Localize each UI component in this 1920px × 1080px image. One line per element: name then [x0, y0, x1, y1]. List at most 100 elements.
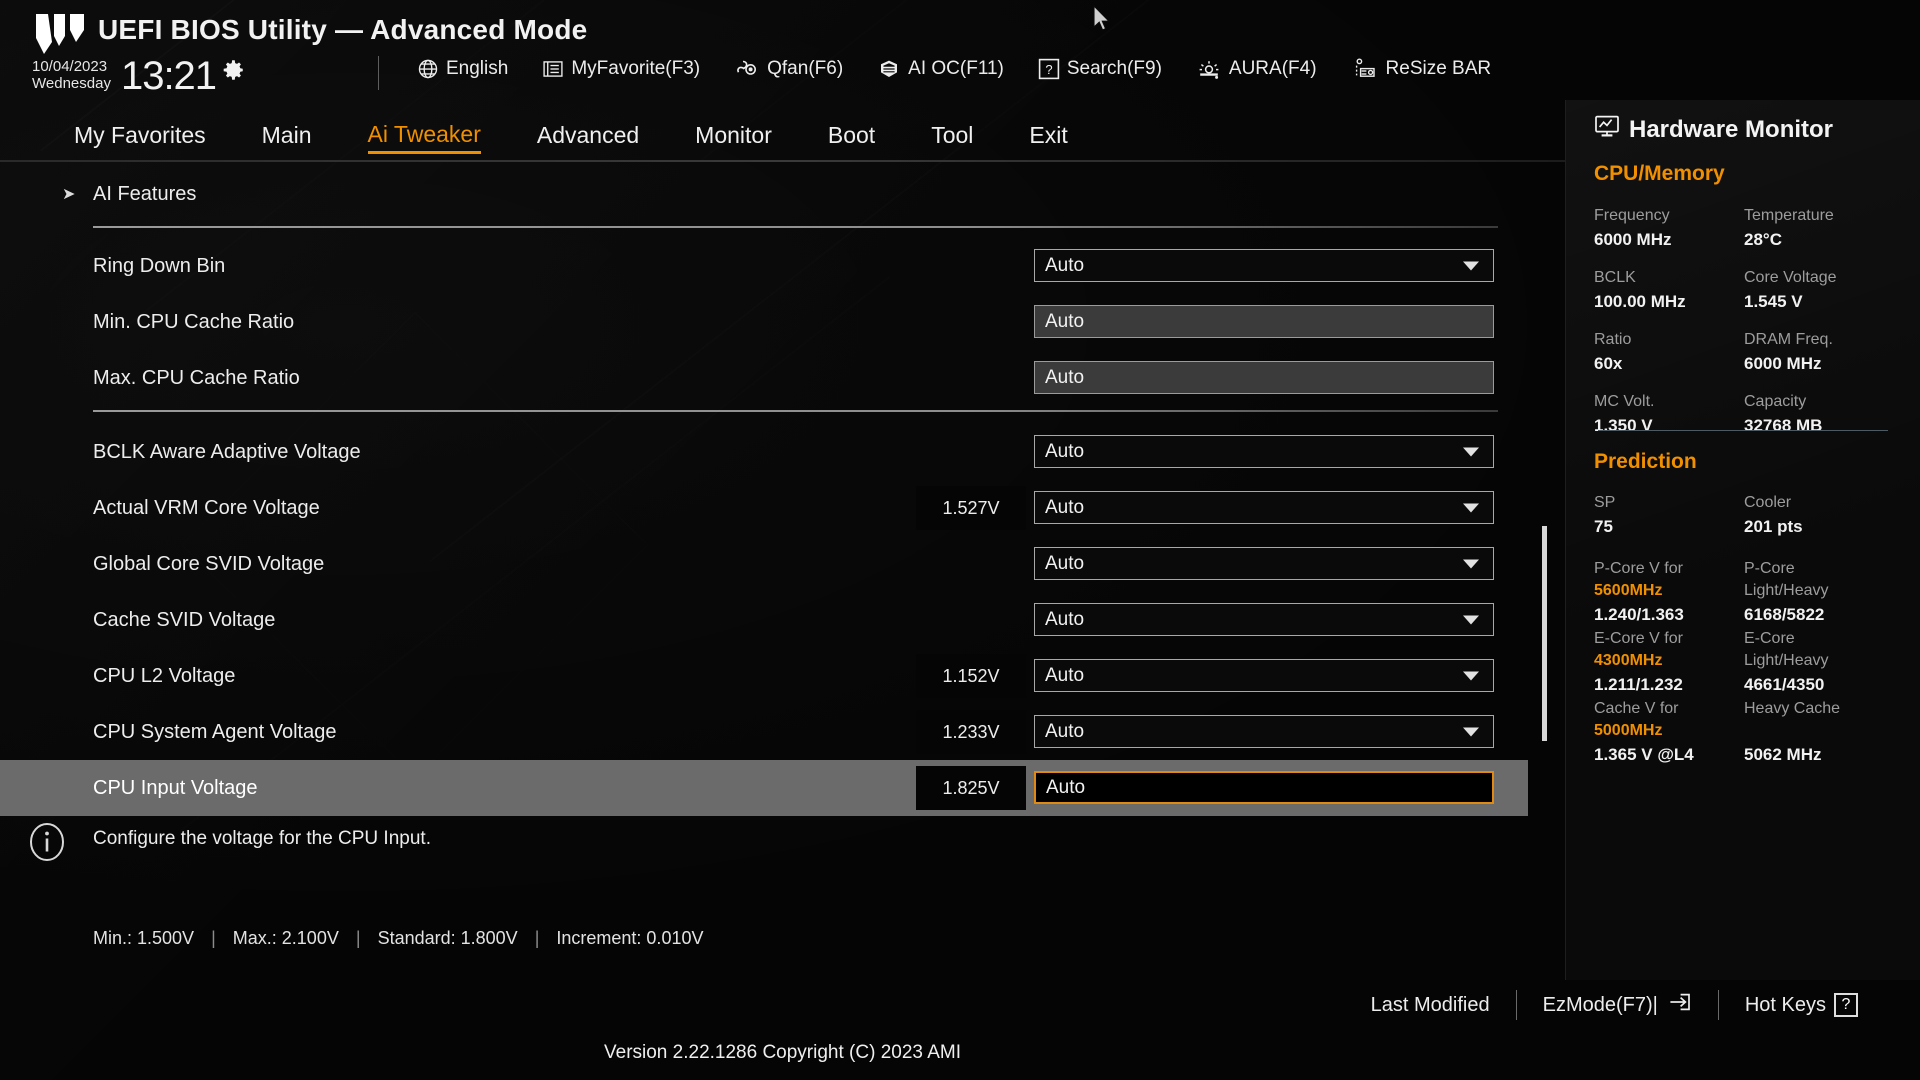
hw-cell-ecore-voltage: E-Core V for 4300MHz 1.211/1.232 [1594, 628, 1744, 698]
hw-cell-frequency: Frequency 6000 MHz [1594, 205, 1744, 253]
setting-row-actual-vrm-core-voltage[interactable]: Actual VRM Core Voltage 1.527V Auto [0, 480, 1530, 536]
hw-value: 5062 MHz [1744, 745, 1822, 764]
hw-row: Cache V for 5000MHz 1.365 V @L4 Heavy Ca… [1594, 698, 1894, 768]
hw-row: P-Core V for 5600MHz 1.240/1.363 P-Core … [1594, 558, 1894, 628]
actual-vrm-core-voltage-reading: 1.527V [916, 486, 1026, 530]
myfavorite-button[interactable]: MyFavorite(F3) [525, 58, 717, 80]
resize-bar-label: ReSize BAR [1385, 58, 1492, 79]
hw-section-cpu-memory: CPU/Memory [1594, 162, 1725, 185]
bclk-aware-adaptive-voltage-dropdown[interactable]: Auto [1034, 435, 1494, 468]
qfan-button[interactable]: Qfan(F6) [717, 58, 860, 80]
tab-exit[interactable]: Exit [1029, 122, 1067, 152]
hw-cell-heavy-cache: Heavy Cache 5062 MHz [1744, 698, 1894, 768]
max-cpu-cache-ratio-field[interactable]: Auto [1034, 361, 1494, 394]
hw-value: 60x [1594, 354, 1623, 373]
hw-cell-ecore-light-heavy: E-Core Light/Heavy 4661/4350 [1744, 628, 1894, 698]
setting-value: Auto [1045, 440, 1085, 462]
tab-monitor[interactable]: Monitor [695, 122, 772, 152]
hw-key: Cooler [1744, 494, 1792, 511]
qfan-label: Qfan(F6) [767, 58, 844, 79]
hw-cell-cache-voltage: Cache V for 5000MHz 1.365 V @L4 [1594, 698, 1744, 768]
setting-row-cache-svid-voltage[interactable]: Cache SVID Voltage Auto [0, 592, 1530, 648]
gear-icon[interactable] [220, 57, 246, 88]
chevron-down-icon [1463, 503, 1479, 512]
date-block: 10/04/2023 Wednesday [32, 56, 111, 92]
tab-boot[interactable]: Boot [828, 122, 875, 152]
setting-label: Min. CPU Cache Ratio [93, 310, 295, 333]
resizebar-icon [1351, 57, 1379, 81]
tab-main[interactable]: Main [262, 122, 312, 152]
favorite-icon [542, 59, 564, 79]
hw-row: Ratio 60x DRAM Freq. 6000 MHz [1594, 329, 1894, 377]
hw-key: E-Core [1744, 630, 1795, 647]
ai-oc-button[interactable]: AI OC(F11) [860, 58, 1021, 80]
hw-key: DRAM Freq. [1744, 331, 1833, 348]
aura-button[interactable]: AURA(F4) [1179, 58, 1334, 80]
search-button[interactable]: ? Search(F9) [1021, 58, 1179, 80]
hw-key: Core Voltage [1744, 269, 1837, 286]
hw-key-highlight: 5000MHz [1594, 722, 1663, 739]
hw-key: E-Core V for [1594, 630, 1683, 647]
hw-key: MC Volt. [1594, 393, 1655, 410]
hw-value: 75 [1594, 517, 1613, 536]
ezmode-button[interactable]: EzMode(F7)| [1517, 991, 1718, 1019]
setting-label: Ring Down Bin [93, 254, 226, 277]
global-core-svid-voltage-dropdown[interactable]: Auto [1034, 547, 1494, 580]
hw-row: MC Volt. 1.350 V Capacity 32768 MB [1594, 391, 1894, 439]
setting-row-global-core-svid-voltage[interactable]: Global Core SVID Voltage Auto [0, 536, 1530, 592]
hw-section-divider [1598, 430, 1888, 431]
chevron-right-icon: ➤ [62, 186, 76, 203]
setting-value: Auto [1045, 720, 1085, 742]
chevron-down-icon [1463, 261, 1479, 270]
setting-label: BCLK Aware Adaptive Voltage [93, 440, 361, 463]
actual-vrm-core-voltage-dropdown[interactable]: Auto [1034, 491, 1494, 524]
info-icon [25, 820, 69, 869]
cpu-l2-voltage-dropdown[interactable]: Auto [1034, 659, 1494, 692]
cpu-system-agent-voltage-dropdown[interactable]: Auto [1034, 715, 1494, 748]
hw-cell-bclk: BCLK 100.00 MHz [1594, 267, 1744, 315]
hw-cell-dram-freq: DRAM Freq. 6000 MHz [1744, 329, 1894, 377]
hw-cell-cooler: Cooler 201 pts [1744, 492, 1894, 540]
min-cpu-cache-ratio-field[interactable]: Auto [1034, 305, 1494, 338]
setting-row-ai-features[interactable]: ➤ AI Features [0, 166, 1530, 222]
ring-down-bin-dropdown[interactable]: Auto [1034, 249, 1494, 282]
tab-advanced[interactable]: Advanced [537, 122, 639, 152]
main-navigation: My Favorites Main Ai Tweaker Advanced Mo… [0, 112, 1587, 162]
hw-key: Heavy Cache [1744, 700, 1841, 717]
chevron-down-icon [1463, 559, 1479, 568]
hw-value: 201 pts [1744, 517, 1803, 536]
hw-row: BCLK 100.00 MHz Core Voltage 1.545 V [1594, 267, 1894, 315]
hw-cell-ratio: Ratio 60x [1594, 329, 1744, 377]
page-title: UEFI BIOS Utility — Advanced Mode [98, 14, 588, 45]
setting-label: Cache SVID Voltage [93, 608, 276, 631]
hw-cell-sp: SP 75 [1594, 492, 1744, 540]
hot-keys-button[interactable]: Hot Keys ? [1719, 993, 1884, 1017]
aioc-icon [877, 58, 901, 80]
setting-row-ring-down-bin[interactable]: Ring Down Bin Auto [0, 238, 1530, 294]
date-value: 10/04/2023 [32, 58, 108, 75]
cache-svid-voltage-dropdown[interactable]: Auto [1034, 603, 1494, 636]
section-divider-2 [93, 410, 1498, 412]
tab-my-favorites[interactable]: My Favorites [74, 122, 206, 152]
help-range-separator-1: | [211, 928, 216, 948]
setting-row-min-cpu-cache-ratio[interactable]: Min. CPU Cache Ratio Auto [0, 294, 1530, 350]
help-standard: Standard: 1.800V [377, 928, 518, 948]
setting-row-bclk-aware-adaptive-voltage[interactable]: BCLK Aware Adaptive Voltage Auto [0, 424, 1530, 480]
help-description: Configure the voltage for the CPU Input. [93, 828, 431, 849]
hw-value: 28°C [1744, 230, 1782, 249]
last-modified-button[interactable]: Last Modified [1345, 994, 1516, 1017]
setting-row-max-cpu-cache-ratio[interactable]: Max. CPU Cache Ratio Auto [0, 350, 1530, 406]
tab-ai-tweaker[interactable]: Ai Tweaker [367, 121, 481, 154]
setting-value: Auto [1046, 776, 1086, 798]
hw-cell-pcore-voltage: P-Core V for 5600MHz 1.240/1.363 [1594, 558, 1744, 628]
language-button[interactable]: English [400, 58, 525, 80]
hw-row: Frequency 6000 MHz Temperature 28°C [1594, 205, 1894, 253]
setting-row-cpu-system-agent-voltage[interactable]: CPU System Agent Voltage 1.233V Auto [0, 704, 1530, 760]
hw-key: BCLK [1594, 269, 1636, 286]
resize-bar-button[interactable]: ReSize BAR [1334, 57, 1509, 81]
settings-scrollbar-thumb[interactable] [1542, 526, 1547, 741]
tab-tool[interactable]: Tool [931, 122, 973, 152]
ai-oc-label: AI OC(F11) [908, 58, 1004, 79]
language-label: English [446, 58, 509, 79]
setting-row-cpu-l2-voltage[interactable]: CPU L2 Voltage 1.152V Auto [0, 648, 1530, 704]
